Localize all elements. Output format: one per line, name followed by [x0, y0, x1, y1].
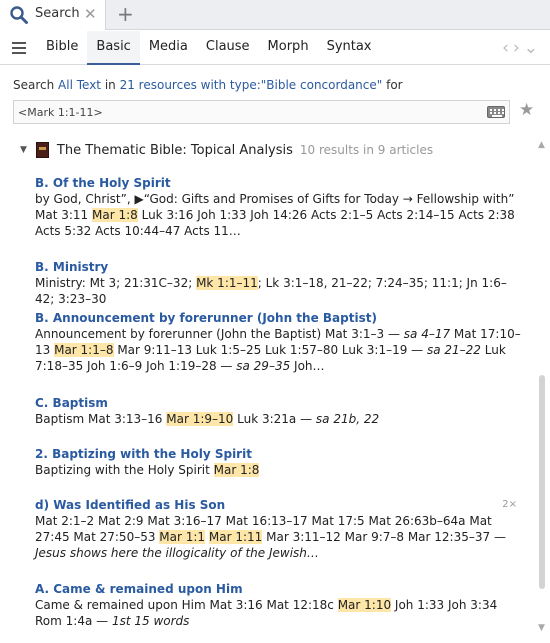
back-arrow-icon[interactable]: ‹: [502, 38, 509, 58]
reference-hit[interactable]: Mar 1:8: [213, 463, 260, 477]
resource-title[interactable]: The Thematic Bible: Topical Analysis: [57, 143, 293, 158]
query-middle: in: [101, 78, 120, 92]
article-title-link[interactable]: A. Came & remained upon Him: [35, 581, 525, 597]
result-snippet: Ministry: Mt 3; 21:31C–32; Mk 1:1–11; Lk…: [35, 275, 525, 307]
result-group-header[interactable]: ▼ The Thematic Bible: Topical Analysis 1…: [20, 142, 433, 158]
snippet-text: Mar 3:11–12 Mar 9:7–8 Mar 12:35–37 —: [262, 530, 506, 544]
snippet-text: Luk 3:21a —: [233, 412, 316, 426]
snippet-text: Mar 9:11–13 Luk 1:5–25 Luk 1:57–80 Luk 3…: [113, 343, 427, 357]
reference-hit[interactable]: Mar 1:10: [337, 598, 392, 612]
snippet-text: Came & remained upon Him Mat 3:16 Mat 12…: [35, 598, 338, 612]
history-nav: ‹ › ⌄: [502, 38, 538, 58]
search-mode-tabs: Bible Basic Media Clause Morph Syntax: [37, 31, 381, 65]
result-entry: C. Baptism Baptism Mat 3:13–16 Mar 1:9–1…: [35, 395, 525, 427]
snippet-italic: Jesus shows here the illogicality of the…: [35, 546, 319, 560]
search-definition: Search All Text in 21 resources with typ…: [13, 78, 403, 92]
tab-strip: Search ✕ +: [0, 0, 550, 30]
close-tab-icon[interactable]: ✕: [84, 5, 97, 23]
query-suffix: for: [382, 78, 403, 92]
forward-arrow-icon[interactable]: ›: [513, 38, 520, 58]
reference-hit[interactable]: Mar 1:8: [92, 208, 138, 222]
reference-hit[interactable]: Mar 1:9–10: [166, 412, 234, 426]
result-entry: d) Was Identified as His Son 2× Mat 2:1–…: [35, 497, 525, 561]
resources-link[interactable]: 21 resources with type:"Bible concordanc…: [120, 78, 383, 92]
search-icon: [10, 6, 28, 24]
scroll-up-icon[interactable]: ▲: [538, 140, 545, 150]
snippet-text: Ministry: Mt 3; 21:31C–32;: [35, 276, 197, 290]
tab-basic[interactable]: Basic: [87, 31, 140, 65]
menu-icon[interactable]: [12, 42, 26, 54]
snippet-italic: sa 4–17: [403, 327, 451, 341]
result-entry: B. Announcement by forerunner (John the …: [35, 310, 525, 374]
reference-hit[interactable]: Mar 1:1: [159, 530, 206, 544]
query-prefix: Search: [13, 78, 59, 92]
result-snippet: by God, Christ”, ▶“God: Gifts and Promis…: [35, 191, 525, 239]
snippet-italic: sa 29–35: [236, 359, 291, 373]
results-scrollbar[interactable]: ▲ ▼: [538, 138, 547, 638]
snippet-italic: sa 21–22: [426, 343, 481, 357]
result-snippet: Baptizing with the Holy Spirit Mar 1:8: [35, 462, 525, 478]
article-title-link[interactable]: B. Of the Holy Spirit: [35, 175, 525, 191]
results-pane: ▼ The Thematic Bible: Topical Analysis 1…: [0, 138, 536, 643]
add-tab-icon[interactable]: +: [117, 2, 134, 26]
result-entry: A. Came & remained upon Him Came & remai…: [35, 581, 525, 629]
tab-media[interactable]: Media: [140, 31, 197, 65]
result-count: 10 results in 9 articles: [299, 143, 434, 157]
search-toolbar: Bible Basic Media Clause Morph Syntax ‹ …: [0, 31, 550, 65]
tab-syntax[interactable]: Syntax: [318, 31, 381, 65]
article-title-link[interactable]: 2. Baptizing with the Holy Spirit: [35, 446, 525, 462]
snippet-text: Baptism Mat 3:13–16: [35, 412, 167, 426]
result-entry: B. Ministry Ministry: Mt 3; 21:31C–32; M…: [35, 259, 525, 307]
search-input[interactable]: [14, 101, 474, 124]
favorite-star-icon[interactable]: ★: [519, 100, 534, 120]
tab-bible[interactable]: Bible: [37, 31, 87, 65]
result-snippet: Announcement by forerunner (John the Bap…: [35, 326, 525, 374]
scope-link[interactable]: All Text: [58, 78, 101, 92]
result-snippet: Baptism Mat 3:13–16 Mar 1:9–10 Luk 3:21a…: [35, 411, 525, 427]
snippet-text: Baptizing with the Holy Spirit: [35, 463, 214, 477]
hit-count-badge: 2×: [502, 499, 517, 510]
reference-hit[interactable]: Mar 1:11: [208, 530, 263, 544]
history-dropdown-icon[interactable]: ⌄: [524, 38, 538, 58]
snippet-text: Announcement by forerunner (John the Bap…: [35, 327, 404, 341]
tab-morph[interactable]: Morph: [259, 31, 318, 65]
collapse-caret-icon[interactable]: ▼: [20, 145, 27, 155]
article-title-link[interactable]: d) Was Identified as His Son: [35, 497, 525, 513]
tab-clause[interactable]: Clause: [197, 31, 259, 65]
article-title-link[interactable]: B. Ministry: [35, 259, 525, 275]
scroll-down-icon[interactable]: ▼: [538, 623, 545, 633]
result-snippet: Mat 2:1–2 Mat 2:9 Mat 3:16–17 Mat 16:13–…: [35, 513, 525, 561]
snippet-italic: sa 21b, 22: [315, 412, 380, 426]
snippet-italic: 1st 15 words: [111, 614, 190, 628]
search-box: [13, 100, 510, 124]
result-entry: B. Of the Holy Spirit by God, Christ”, ▶…: [35, 175, 525, 239]
result-entry: 2. Baptizing with the Holy Spirit Baptiz…: [35, 446, 525, 478]
scrollbar-thumb[interactable]: [539, 375, 545, 589]
tab-search[interactable]: Search ✕: [0, 0, 106, 30]
keyboard-icon[interactable]: [487, 106, 505, 118]
snippet-text: Joh…: [290, 359, 325, 373]
reference-hit[interactable]: Mk 1:1–11: [196, 276, 258, 290]
book-cover-icon: [35, 142, 49, 158]
article-title-link[interactable]: B. Announcement by forerunner (John the …: [35, 310, 525, 326]
tab-title: Search: [35, 6, 80, 21]
result-snippet: Came & remained upon Him Mat 3:16 Mat 12…: [35, 597, 525, 629]
article-title-link[interactable]: C. Baptism: [35, 395, 525, 411]
reference-hit[interactable]: Mar 1:1–8: [54, 343, 114, 357]
